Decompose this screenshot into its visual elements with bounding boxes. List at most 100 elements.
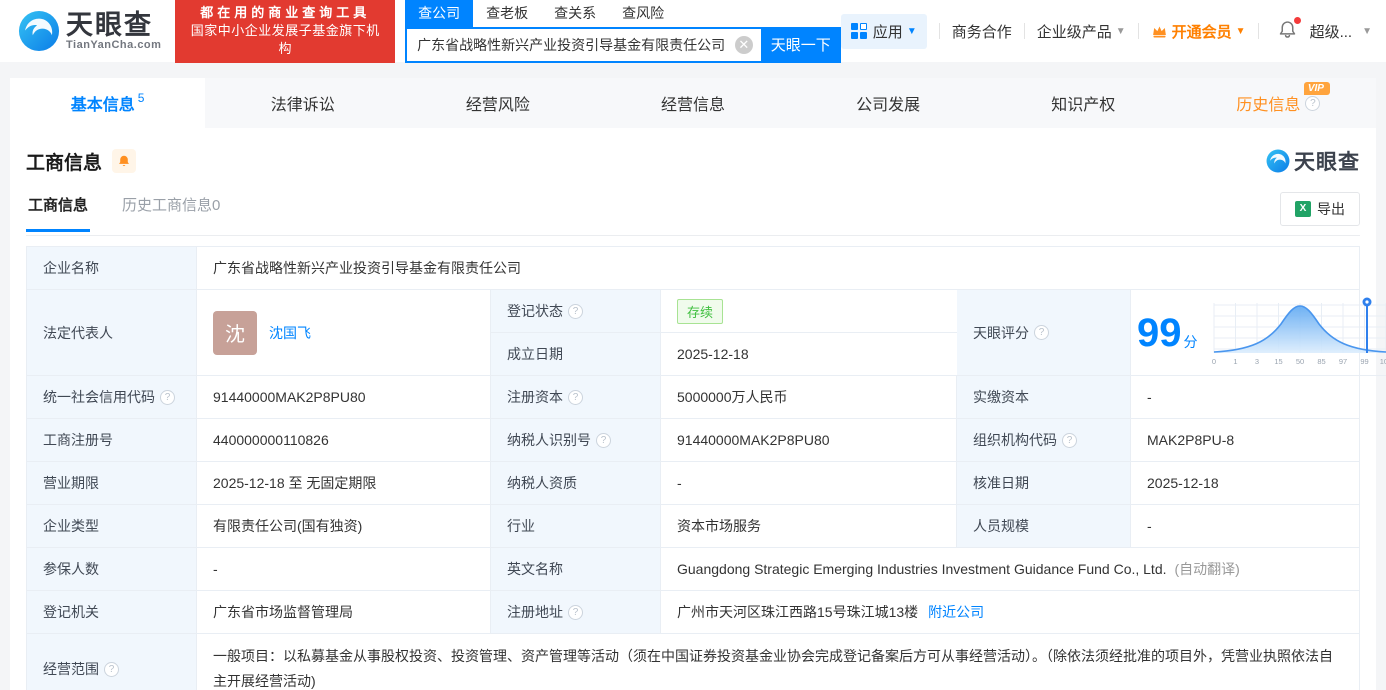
company-nav-tabs: 基本信息 5 法律诉讼 经营风险 经营信息 公司发展 知识产权 VIP 历史信息 … <box>10 78 1376 128</box>
status-badge: 存续 <box>677 298 724 324</box>
reg-authority-value: 广东省市场监督管理局 <box>197 591 491 634</box>
tab-basic-info[interactable]: 基本信息 5 <box>10 78 206 128</box>
org-code-value: MAK2P8PU-8 <box>1131 419 1359 462</box>
svg-text:99: 99 <box>1360 357 1368 366</box>
watermark-logo: 天眼查 <box>1266 146 1360 176</box>
table-row: 工商注册号 440000000110826 纳税人识别号? 91440000MA… <box>27 419 1359 462</box>
help-icon[interactable]: ? <box>1034 325 1049 340</box>
chevron-down-icon: ▼ <box>1362 25 1372 37</box>
table-row: 企业类型 有限责任公司(国有独资) 行业 资本市场服务 人员规模 - <box>27 505 1359 548</box>
score-marker <box>1362 297 1371 353</box>
svg-text:3: 3 <box>1254 357 1258 366</box>
subtab-history-business-info[interactable]: 历史工商信息0 <box>120 194 222 232</box>
help-icon[interactable]: ? <box>568 604 583 620</box>
cooperation-link[interactable]: 商务合作 <box>952 21 1012 42</box>
help-icon[interactable]: ? <box>596 432 611 448</box>
apps-icon <box>850 23 867 39</box>
export-button[interactable]: X 导出 <box>1280 192 1360 226</box>
apps-menu[interactable]: 应用 ▼ <box>840 13 927 49</box>
help-icon[interactable]: ? <box>104 661 119 677</box>
notice-bell-icon <box>119 155 129 167</box>
user-account-menu[interactable]: 超级... ▼ <box>1310 21 1372 42</box>
vip-badge: VIP <box>1303 82 1330 95</box>
table-row: 登记机关 广东省市场监督管理局 注册地址? 广州市天河区珠江西路15号珠江城13… <box>27 591 1359 634</box>
enterprise-menu[interactable]: 企业级产品 ▼ <box>1037 21 1126 42</box>
subscribe-bell-button[interactable] <box>112 149 137 173</box>
notification-dot <box>1293 16 1301 24</box>
search-tab-relation[interactable]: 查关系 <box>541 0 609 27</box>
svg-text:50: 50 <box>1295 357 1303 366</box>
enterprise-label: 企业级产品 <box>1036 23 1112 41</box>
reg-number-label: 工商注册号 <box>27 419 197 462</box>
business-info-section: 工商信息 天眼查 工商信息 历史工商信息0 X 导出 企业名称 广东省战略性新兴… <box>10 128 1386 690</box>
vip-upgrade-menu[interactable]: 开通会员 ▼ <box>1151 21 1246 42</box>
notifications-button[interactable] <box>1277 16 1301 44</box>
auto-translate-note: (自动翻译) <box>1174 561 1240 577</box>
business-scope-value: 一般项目：以私募基金从事股权投资、投资管理、资产管理等活动（须在中国证券投资基金… <box>197 634 1359 690</box>
insured-count-value: - <box>197 548 491 591</box>
table-row: 统一社会信用代码? 91440000MAK2P8PU80 注册资本? 50000… <box>27 376 1359 419</box>
search-tab-boss[interactable]: 查老板 <box>473 0 541 27</box>
tab-company-development[interactable]: 公司发展 <box>791 78 986 128</box>
reg-number-value: 440000000110826 <box>197 419 491 462</box>
divider <box>1137 23 1139 39</box>
help-icon[interactable]: ? <box>568 389 583 405</box>
section-title: 工商信息 <box>26 152 103 174</box>
tab-business-info[interactable]: 经营信息 <box>595 78 790 128</box>
tianyancha-logo[interactable]: 天眼查 TianYanCha.com <box>18 10 161 52</box>
tab-history-info[interactable]: VIP 历史信息 ? <box>1181 78 1376 128</box>
chevron-down-icon: ▼ <box>1235 25 1246 37</box>
reg-address-value: 广州市天河区珠江西路15号珠江城13楼 附近公司 <box>661 591 1359 634</box>
establish-date-label: 成立日期 <box>491 333 661 376</box>
score-distribution-chart: 0 1 3 15 50 85 97 99 100 <box>1211 297 1386 366</box>
score-value: 99 <box>1137 310 1182 355</box>
reg-status-label: 登记状态? <box>491 290 661 333</box>
insured-count-label: 参保人数 <box>27 548 197 591</box>
tab-operating-risk[interactable]: 经营风险 <box>400 78 595 128</box>
subtab-bar: 工商信息 历史工商信息0 X 导出 <box>26 190 1360 236</box>
industry-value: 资本市场服务 <box>661 505 957 548</box>
business-term-label: 营业期限 <box>27 462 197 505</box>
establish-date-value: 2025-12-18 <box>661 333 957 376</box>
help-icon[interactable]: ? <box>160 389 175 405</box>
paid-capital-label: 实缴资本 <box>957 376 1131 419</box>
divider <box>1023 23 1025 39</box>
tab-legal-proceedings[interactable]: 法律诉讼 <box>205 78 400 128</box>
taxpayer-quality-value: - <box>661 462 957 505</box>
reg-capital-value: 5000000万人民币 <box>661 376 957 419</box>
avatar[interactable]: 沈 <box>213 310 257 355</box>
crown-icon <box>1152 26 1166 37</box>
search-tab-company[interactable]: 查公司 <box>405 0 474 27</box>
header-menu: 应用 ▼ 商务合作 企业级产品 ▼ 开通会员 ▼ 超级... ▼ <box>840 13 1372 49</box>
promo-banner[interactable]: 都在用的商业查询工具 国家中小企业发展子基金旗下机构 <box>175 0 396 63</box>
taxpayer-quality-label: 纳税人资质 <box>491 462 661 505</box>
legal-rep-link[interactable]: 沈国飞 <box>269 323 311 343</box>
nearby-companies-link[interactable]: 附近公司 <box>928 602 984 622</box>
help-icon[interactable]: ? <box>568 303 583 319</box>
help-icon[interactable]: ? <box>1062 432 1077 448</box>
search-input[interactable] <box>405 26 761 63</box>
promo-line1: 都在用的商业查询工具 <box>200 5 371 20</box>
user-label: 超级... <box>1309 23 1353 41</box>
svg-text:97: 97 <box>1338 357 1346 366</box>
divider <box>1257 23 1259 39</box>
svg-text:15: 15 <box>1274 357 1282 366</box>
reg-address-label: 注册地址? <box>491 591 661 634</box>
staff-size-label: 人员规模 <box>957 505 1131 548</box>
divider <box>938 23 940 39</box>
business-info-table: 企业名称 广东省战略性新兴产业投资引导基金有限责任公司 法定代表人 沈 沈国飞 … <box>26 246 1386 690</box>
subtab-current-business-info[interactable]: 工商信息 <box>26 194 91 232</box>
tab-intellectual-property[interactable]: 知识产权 <box>986 78 1181 128</box>
search-tab-risk[interactable]: 查风险 <box>609 0 677 27</box>
help-icon[interactable]: ? <box>1305 95 1321 111</box>
chevron-down-icon: ▼ <box>1115 25 1126 37</box>
search-area: 查公司 查老板 查关系 查风险 ✕ 天眼一下 <box>405 0 841 63</box>
score-value-cell: 99 分 0 1 3 15 50 85 97 99 10 <box>1131 290 1386 376</box>
approval-date-label: 核准日期 <box>957 462 1131 505</box>
clear-icon[interactable]: ✕ <box>734 35 753 54</box>
search-button[interactable]: 天眼一下 <box>760 26 841 63</box>
taxpayer-id-value: 91440000MAK2P8PU80 <box>661 419 957 462</box>
paid-capital-value: - <box>1131 376 1359 419</box>
svg-text:85: 85 <box>1317 357 1325 366</box>
table-row: 营业期限 2025-12-18 至 无固定期限 纳税人资质 - 核准日期 202… <box>27 462 1359 505</box>
